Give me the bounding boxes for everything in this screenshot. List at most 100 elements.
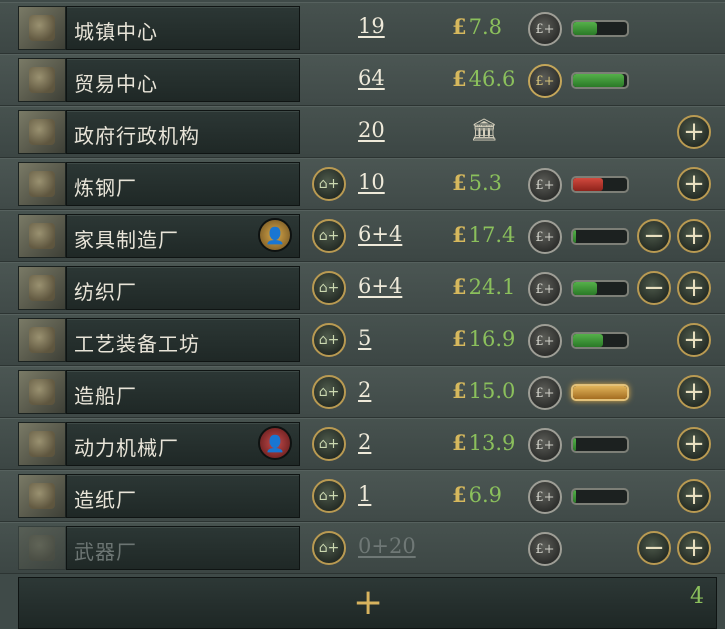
expand-building-button[interactable]: + [677, 219, 711, 253]
building-row[interactable]: 造纸厂 ⌂+ 1 £6.9 £+ + [0, 470, 725, 522]
income-value: 46.6 [468, 67, 516, 91]
building-name: 贸易中心 [74, 72, 158, 96]
building-income: £5.3 [452, 170, 502, 195]
available-count: 4 [690, 584, 704, 609]
finance-button[interactable]: £+ [528, 480, 562, 514]
productivity-fill [573, 438, 576, 451]
building-name-panel[interactable]: 造船厂 [66, 370, 300, 414]
building-level[interactable]: 1 [358, 482, 371, 506]
building-row[interactable]: 武器厂 ⌂+ 0+20 £+ − + [0, 522, 725, 574]
building-name-panel[interactable]: 政府行政机构 [66, 110, 300, 154]
productivity-fill [573, 74, 625, 87]
downsize-button[interactable]: − [637, 271, 671, 305]
finance-button[interactable]: £+ [528, 12, 562, 46]
expand-building-button[interactable]: + [677, 323, 711, 357]
expand-button[interactable]: ⌂+ [312, 271, 346, 305]
building-row[interactable]: 城镇中心 19 £7.8 £+ [0, 2, 725, 54]
expand-building-button[interactable]: + [677, 115, 711, 149]
building-name: 城镇中心 [74, 20, 158, 44]
finance-button[interactable]: £+ [528, 272, 562, 306]
building-thumbnail [18, 526, 66, 570]
building-thumbnail [18, 162, 66, 206]
building-name: 造船厂 [74, 384, 137, 408]
finance-button[interactable]: £+ [528, 532, 562, 566]
finance-button[interactable]: £+ [528, 220, 562, 254]
building-name-panel[interactable]: 贸易中心 [66, 58, 300, 102]
building-name-panel[interactable]: 纺织厂 [66, 266, 300, 310]
productivity-fill [573, 334, 603, 347]
building-row[interactable]: 政府行政机构 20 🏛 + [0, 106, 725, 158]
expand-building-button[interactable]: + [677, 427, 711, 461]
building-level[interactable]: 2 [358, 378, 371, 402]
building-level[interactable]: 6+4 [358, 274, 402, 298]
expand-button[interactable]: ⌂+ [312, 531, 346, 565]
downsize-button[interactable]: − [637, 219, 671, 253]
income-value: 24.1 [468, 275, 516, 299]
finance-button[interactable]: £+ [528, 64, 562, 98]
building-row[interactable]: 造船厂 ⌂+ 2 £15.0 £+ + [0, 366, 725, 418]
building-name-panel[interactable]: 武器厂 [66, 526, 300, 570]
expand-building-button[interactable]: + [677, 479, 711, 513]
building-name: 武器厂 [74, 540, 137, 564]
productivity-fill [573, 490, 576, 503]
building-level[interactable]: 2 [358, 430, 371, 454]
add-building-button[interactable]: + [353, 585, 383, 621]
building-level[interactable]: 20 [358, 118, 385, 142]
expand-building-button[interactable]: + [677, 531, 711, 565]
expand-building-button[interactable]: + [677, 167, 711, 201]
expand-button[interactable]: ⌂+ [312, 323, 346, 357]
building-row[interactable]: 炼钢厂 ⌂+ 10 £5.3 £+ + [0, 158, 725, 210]
expand-button[interactable]: ⌂+ [312, 479, 346, 513]
productivity-bar [571, 436, 629, 453]
worker-icon[interactable]: 👤 [258, 426, 292, 460]
expand-button[interactable]: ⌂+ [312, 375, 346, 409]
building-thumbnail [18, 422, 66, 466]
building-level[interactable]: 0+20 [358, 534, 416, 558]
building-name: 炼钢厂 [74, 176, 137, 200]
building-level[interactable]: 64 [358, 66, 385, 90]
pound-icon: £ [452, 14, 467, 39]
income-value: 17.4 [468, 223, 516, 247]
productivity-fill [573, 178, 603, 191]
building-level[interactable]: 6+4 [358, 222, 402, 246]
building-name-panel[interactable]: 造纸厂 [66, 474, 300, 518]
building-level[interactable]: 5 [358, 326, 371, 350]
productivity-bar [571, 228, 629, 245]
building-level[interactable]: 19 [358, 14, 385, 38]
expand-button[interactable]: ⌂+ [312, 427, 346, 461]
finance-button[interactable]: £+ [528, 324, 562, 358]
building-income: £13.9 [452, 430, 515, 455]
building-name-panel[interactable]: 工艺装备工坊 [66, 318, 300, 362]
expand-button[interactable]: ⌂+ [312, 167, 346, 201]
finance-button[interactable]: £+ [528, 168, 562, 202]
building-income: £7.8 [452, 14, 502, 39]
finance-button[interactable]: £+ [528, 428, 562, 462]
pound-icon: £ [452, 430, 467, 455]
building-level[interactable]: 10 [358, 170, 385, 194]
expand-building-button[interactable]: + [677, 271, 711, 305]
productivity-fill [573, 22, 598, 35]
building-name-panel[interactable]: 炼钢厂 [66, 162, 300, 206]
building-row[interactable]: 家具制造厂 👤 ⌂+ 6+4 £17.4 £+ − + [0, 210, 725, 262]
building-income: £16.9 [452, 326, 515, 351]
productivity-bar [571, 176, 629, 193]
building-thumbnail [18, 110, 66, 154]
building-row[interactable]: 贸易中心 64 £46.6 £+ [0, 54, 725, 106]
building-name-panel[interactable]: 城镇中心 [66, 6, 300, 50]
building-row[interactable]: 动力机械厂 👤 ⌂+ 2 £13.9 £+ + [0, 418, 725, 470]
building-income: £17.4 [452, 222, 515, 247]
expand-building-button[interactable]: + [677, 375, 711, 409]
building-row[interactable]: 工艺装备工坊 ⌂+ 5 £16.9 £+ + [0, 314, 725, 366]
building-income: £15.0 [452, 378, 515, 403]
building-thumbnail [18, 6, 66, 50]
expand-button[interactable]: ⌂+ [312, 219, 346, 253]
building-name: 政府行政机构 [74, 124, 200, 148]
downsize-button[interactable]: − [637, 531, 671, 565]
owner-upgrade-icon[interactable]: 👤 [258, 218, 292, 252]
income-value: 5.3 [468, 171, 503, 195]
finance-button[interactable]: £+ [528, 376, 562, 410]
building-name: 家具制造厂 [74, 228, 179, 252]
add-building-bar[interactable]: + 4 [18, 577, 717, 629]
building-name: 造纸厂 [74, 488, 137, 512]
building-row[interactable]: 纺织厂 ⌂+ 6+4 £24.1 £+ − + [0, 262, 725, 314]
